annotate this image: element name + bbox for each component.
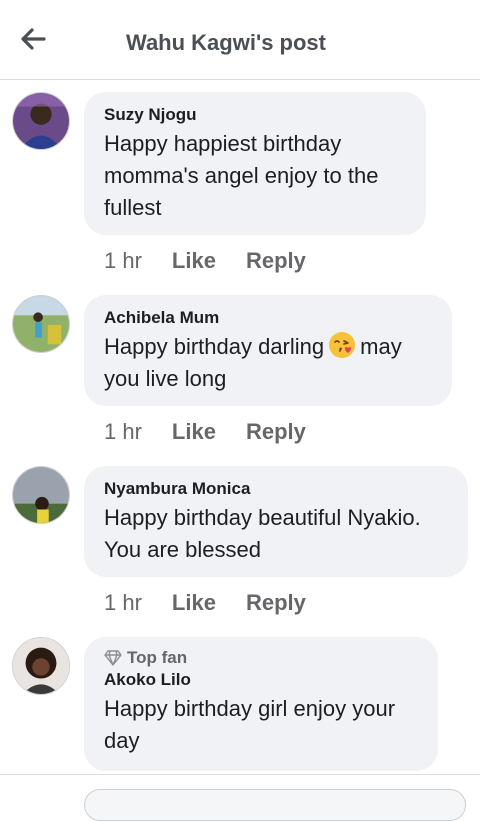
like-button[interactable]: Like [172,419,216,445]
comment-text: Happy birthday girl enjoy your day [104,696,396,753]
comment-time: 1 hr [104,590,142,615]
top-fan-badge: Top fan [104,647,418,669]
like-button[interactable]: Like [172,248,216,274]
avatar[interactable] [12,637,70,695]
avatar-photo [13,296,69,352]
page-title: Wahu Kagwi's post [126,30,326,55]
comment-time: 1 hr [104,248,142,273]
arrow-left-icon [21,28,46,50]
back-button[interactable] [18,24,54,56]
avatar-photo [13,467,69,523]
comment-time: 1 hr [104,419,142,444]
comment-actions: 1 hr Like Reply [104,248,306,274]
avatar[interactable] [12,466,70,524]
top-bar: Wahu Kagwi's post [0,0,480,80]
comment-text-before: Happy birthday darling [104,334,325,359]
reply-button[interactable]: Reply [246,248,306,274]
comment-author[interactable]: Akoko Lilo [104,669,418,691]
avatar-photo [13,93,69,149]
comment-actions: 1 hr Like Reply [104,419,306,445]
comment-text: Happy happiest birthday momma's angel en… [104,131,379,220]
avatar[interactable] [12,92,70,150]
comment-bubble: Suzy Njogu Happy happiest birthday momma… [84,92,426,235]
comment-bubble: Nyambura Monica Happy birthday beautiful… [84,466,468,577]
comment-author[interactable]: Achibela Mum [104,307,432,329]
comment-author[interactable]: Suzy Njogu [104,104,406,126]
badge-label: Top fan [127,648,188,667]
comment-text: Happy birthday beautiful Nyakio. You are… [104,505,421,562]
diamond-icon [104,650,122,666]
reply-button[interactable]: Reply [246,590,306,616]
comment-actions: 1 hr Like Reply [104,590,306,616]
comment-bubble: Top fan Akoko Lilo Happy birthday girl e… [84,637,438,771]
face-blowing-kiss-icon [329,332,356,358]
comment-author[interactable]: Nyambura Monica [104,478,448,500]
avatar[interactable] [12,295,70,353]
comment-bubble: Achibela Mum Happy birthday darling may … [84,295,452,406]
comment-input[interactable] [84,789,466,821]
reply-button[interactable]: Reply [246,419,306,445]
avatar-photo [13,638,69,694]
comment-composer-bar [0,774,480,821]
like-button[interactable]: Like [172,590,216,616]
comment-text: Happy birthday darling may you live long [104,331,432,395]
